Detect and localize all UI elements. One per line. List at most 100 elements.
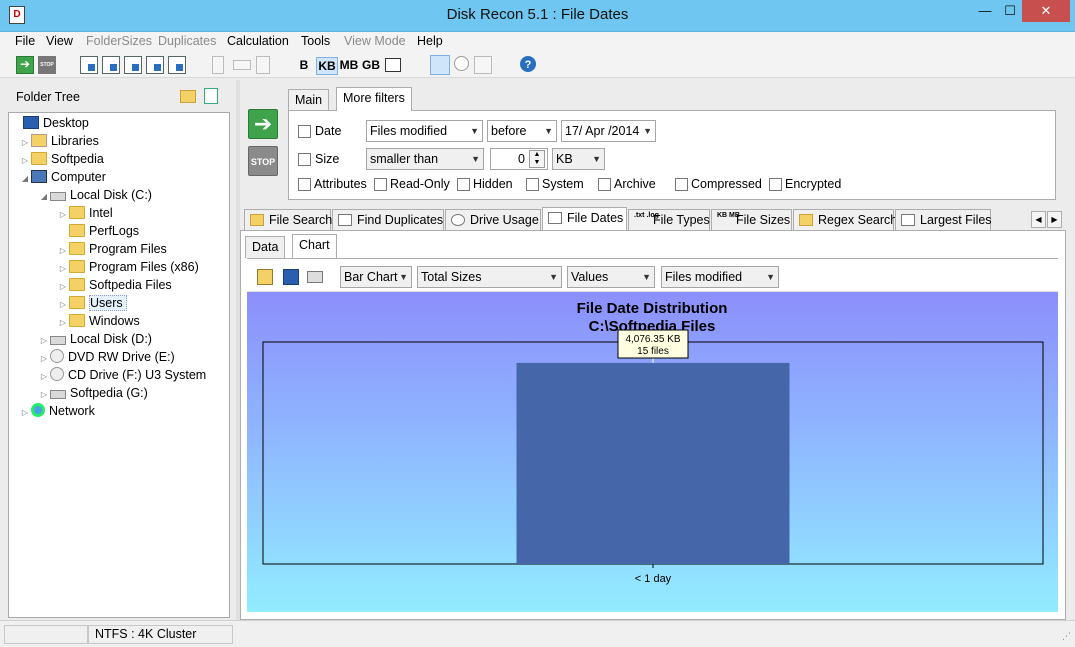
tab-file-sizes[interactable]: KB MB File Sizes	[711, 209, 792, 231]
size-unit-select[interactable]: KB ▼	[552, 148, 605, 170]
archive-checkbox[interactable]	[598, 178, 611, 191]
size-spin-icon[interactable]: ▲ ▼	[529, 150, 545, 168]
print-icon[interactable]	[307, 271, 323, 283]
chart-bar[interactable]	[516, 362, 790, 564]
tab-drive-usage[interactable]: Drive Usage	[445, 209, 541, 231]
system-label: System	[542, 177, 584, 191]
size-relation-select[interactable]: smaller than ▼	[366, 148, 484, 170]
maximize-button[interactable]: ☐	[998, 0, 1022, 22]
export-csv-icon[interactable]	[124, 56, 142, 74]
image-view-icon[interactable]	[474, 56, 492, 74]
export-text-icon[interactable]	[146, 56, 164, 74]
attributes-checkbox[interactable]	[298, 178, 311, 191]
menu-file[interactable]: File	[15, 34, 35, 48]
tree-node[interactable]: ▷ Program Files	[57, 240, 167, 258]
stop-search-button[interactable]: STOP	[248, 146, 278, 176]
tab-largest-files[interactable]: Largest Files	[895, 209, 992, 231]
tree-node[interactable]: ▷ Local Disk (D:)	[38, 330, 152, 348]
export-html-icon[interactable]	[102, 56, 120, 74]
view-mode-list-icon[interactable]	[430, 55, 450, 75]
hidden-checkbox[interactable]	[457, 178, 470, 191]
tab-regex-search[interactable]: Regex Search	[793, 209, 897, 231]
tab-scroll-left-icon[interactable]: ◀	[1031, 211, 1046, 228]
tree-node[interactable]: ▷ Softpedia Files	[57, 276, 172, 294]
unit-gb-button[interactable]: GB	[361, 57, 381, 75]
chart-measure-select[interactable]: Total Sizes ▼	[417, 266, 562, 288]
tab-file-search[interactable]: File Search	[244, 209, 332, 231]
tree-node[interactable]: Desktop	[11, 114, 89, 132]
menu-help[interactable]: Help	[417, 34, 443, 48]
system-checkbox[interactable]	[526, 178, 539, 191]
tree-node[interactable]: ▷ Softpedia	[19, 150, 104, 168]
unit-mb-button[interactable]: MB	[339, 57, 359, 75]
tab-more-filters[interactable]: More filters	[336, 87, 412, 111]
stop-scan-icon[interactable]: STOP	[38, 56, 56, 74]
expand-arrow-icon[interactable]: ▷	[19, 404, 31, 422]
tree-node[interactable]: ▷ Softpedia (G:)	[38, 384, 148, 402]
folder-tree[interactable]: Desktop ▷ Libraries ▷ Softpedia ◢ Computer …	[8, 112, 230, 618]
menu-tools[interactable]: Tools	[301, 34, 330, 48]
help-icon[interactable]: ?	[520, 56, 536, 72]
start-search-button[interactable]: ➔	[248, 109, 278, 139]
tab-data[interactable]: Data	[245, 236, 286, 258]
minimize-button[interactable]: —	[972, 0, 998, 22]
readonly-checkbox[interactable]	[374, 178, 387, 191]
auto-unit-icon[interactable]	[385, 58, 401, 72]
tree-node[interactable]: PerfLogs	[57, 222, 139, 240]
menu-calculation[interactable]: Calculation	[227, 34, 289, 48]
tab-find-duplicates[interactable]: Find Duplicates	[332, 209, 444, 231]
tab-scroll-right-icon[interactable]: ▶	[1047, 211, 1062, 228]
chart-type-select[interactable]: Bar Chart ▼	[340, 266, 412, 288]
tree-node[interactable]: ▷ Network	[19, 402, 95, 420]
chevron-down-icon: ▼	[470, 126, 479, 136]
save-icon[interactable]	[283, 269, 299, 285]
tree-node[interactable]: ◢ Local Disk (C:)	[38, 186, 152, 204]
tree-node-selected[interactable]: ▷ Users	[57, 294, 127, 312]
chart-area[interactable]: File Date Distribution C:\Softpedia File…	[247, 292, 1058, 612]
menu-foldersizes[interactable]: FolderSizes	[86, 34, 152, 48]
date-filter-checkbox[interactable]	[298, 125, 311, 138]
export-xml-icon[interactable]	[168, 56, 186, 74]
date-relation-select[interactable]: before ▼	[487, 120, 557, 142]
resize-grip-icon[interactable]: ⋰	[1059, 631, 1071, 643]
collapse-arrow-icon[interactable]: ◢	[38, 188, 50, 206]
tab-file-dates[interactable]: File Dates	[542, 207, 627, 231]
folder-icon	[69, 278, 85, 291]
menu-view[interactable]: View	[46, 34, 73, 48]
tree-node[interactable]: ▷ Windows	[57, 312, 140, 330]
tree-node[interactable]: ▷ Intel	[57, 204, 113, 222]
menu-view-mode[interactable]: View Mode	[344, 34, 406, 48]
unit-kb-button[interactable]: KB	[316, 57, 338, 75]
refresh-tree-icon[interactable]	[204, 88, 218, 104]
browse-folder-icon[interactable]	[180, 90, 196, 103]
tab-main[interactable]: Main	[288, 89, 330, 111]
tree-node[interactable]: ◢ Computer	[19, 168, 106, 186]
collapse-arrow-icon[interactable]: ◢	[19, 170, 31, 188]
export-excel-icon[interactable]	[80, 56, 98, 74]
chart-date-mode-select[interactable]: Files modified ▼	[661, 266, 779, 288]
close-button[interactable]: ✕	[1022, 0, 1070, 22]
menu-duplicates[interactable]: Duplicates	[158, 34, 216, 48]
delete-icon[interactable]	[256, 56, 270, 74]
chevron-down-icon: ▼	[642, 272, 651, 282]
dvd-icon	[50, 349, 64, 363]
encrypted-checkbox[interactable]	[769, 178, 782, 191]
tab-chart[interactable]: Chart	[292, 234, 337, 258]
move-icon[interactable]	[212, 56, 224, 74]
clipboard-icon[interactable]	[257, 269, 273, 285]
tree-node[interactable]: ▷ Libraries	[19, 132, 99, 150]
tab-file-types[interactable]: .txt .log File Types	[628, 209, 710, 231]
compressed-checkbox[interactable]	[675, 178, 688, 191]
unit-b-button[interactable]: B	[296, 57, 312, 75]
start-scan-icon[interactable]: ➔	[16, 56, 34, 74]
tree-node[interactable]: ▷ CD Drive (F:) U3 System	[38, 366, 206, 384]
tree-node[interactable]: ▷ DVD RW Drive (E:)	[38, 348, 175, 366]
size-filter-checkbox[interactable]	[298, 153, 311, 166]
rename-icon[interactable]	[233, 60, 251, 70]
preview-icon[interactable]	[454, 56, 469, 71]
tree-node[interactable]: ▷ Program Files (x86)	[57, 258, 199, 276]
date-mode-select[interactable]: Files modified ▼	[366, 120, 483, 142]
date-picker[interactable]: 17/ Apr /2014 ▼	[561, 120, 656, 142]
chart-display-select[interactable]: Values ▼	[567, 266, 655, 288]
disk-icon	[50, 192, 66, 201]
